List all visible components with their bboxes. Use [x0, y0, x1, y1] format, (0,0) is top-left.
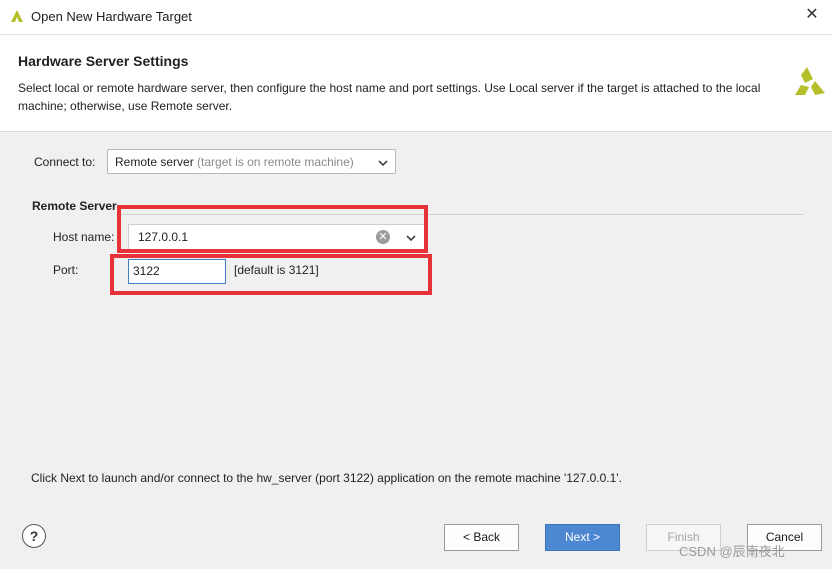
host-name-label: Host name: [53, 230, 115, 244]
footer-note: Click Next to launch and/or connect to t… [31, 471, 622, 485]
help-button[interactable]: ? [22, 524, 46, 548]
back-button[interactable]: < Back [444, 524, 519, 551]
page-title: Hardware Server Settings [18, 53, 189, 69]
section-title: Remote Server [32, 199, 117, 213]
window-title: Open New Hardware Target [31, 9, 192, 24]
next-button[interactable]: Next > [545, 524, 620, 551]
watermark: CSDN @辰南夜北 [679, 544, 785, 559]
connect-hint: (target is on remote machine) [197, 155, 354, 169]
title-bar: Open New Hardware Target ✕ [0, 0, 832, 35]
highlight-box-port [110, 254, 432, 295]
connect-to-label: Connect to: [34, 155, 96, 169]
wizard-header: Hardware Server Settings Select local or… [0, 35, 832, 132]
chevron-down-icon[interactable] [378, 158, 388, 168]
connect-selected: Remote server [115, 155, 194, 169]
vivado-logo-icon [795, 67, 825, 95]
page-description: Select local or remote hardware server, … [18, 81, 761, 113]
highlight-box-host [117, 205, 428, 253]
app-logo-icon [11, 10, 23, 22]
port-label: Port: [53, 263, 79, 277]
close-icon[interactable]: ✕ [802, 5, 822, 25]
connect-to-dropdown[interactable]: Remote server (target is on remote machi… [107, 149, 396, 174]
